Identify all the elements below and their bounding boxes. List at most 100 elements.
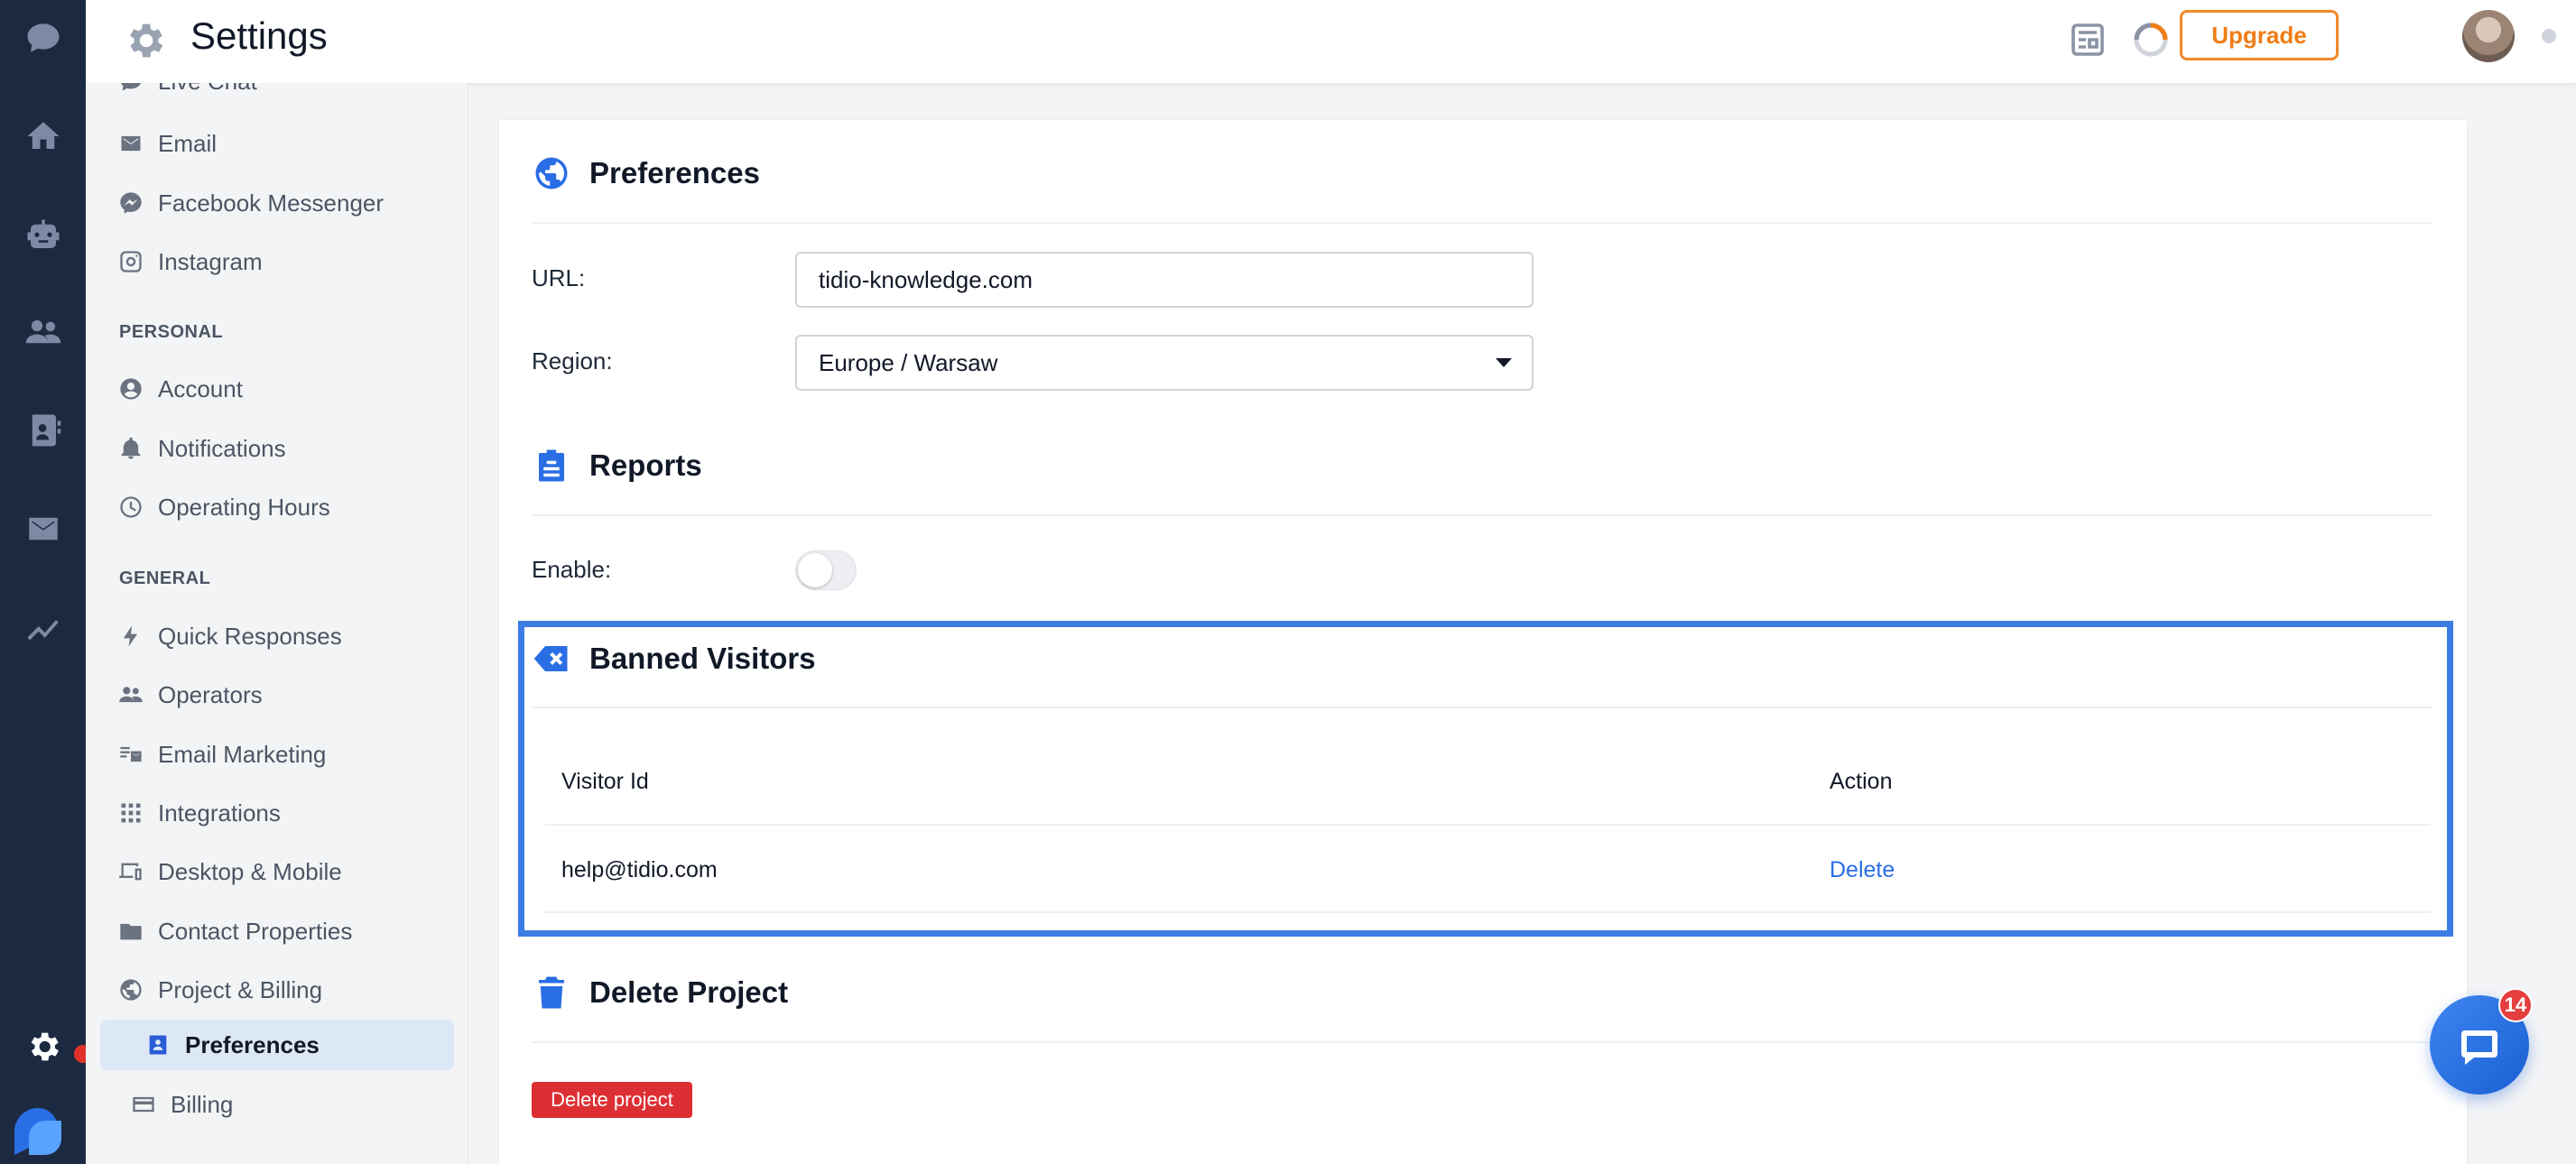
section-title: Preferences <box>589 156 760 189</box>
section-title: Banned Visitors <box>589 642 816 675</box>
sidebar-item-email-marketing[interactable]: Email Marketing <box>86 729 468 780</box>
sidebar-item-label: Project & Billing <box>158 975 323 1003</box>
chat-bubble-icon <box>27 23 59 52</box>
upgrade-button[interactable]: Upgrade <box>2180 10 2339 60</box>
sidebar-item-label: Desktop & Mobile <box>158 857 342 885</box>
section-header-personal: PERSONAL <box>119 322 224 342</box>
rail-marketing-button[interactable] <box>0 493 86 565</box>
column-header-visitor-id: Visitor Id <box>561 769 649 794</box>
sidebar-item-label: Quick Responses <box>158 622 342 650</box>
news-icon[interactable] <box>2066 18 2109 61</box>
region-selected-value: Europe / Warsaw <box>819 348 998 376</box>
rail-settings-button[interactable] <box>0 1011 86 1083</box>
delete-project-button[interactable]: Delete project <box>532 1082 692 1118</box>
sidebar-item-email[interactable]: Email <box>86 118 468 169</box>
chat-bubble-icon <box>118 83 144 94</box>
table-row-visitor: help@tidio.com <box>561 857 718 882</box>
sidebar-item-facebook-messenger[interactable]: Facebook Messenger <box>86 178 468 228</box>
sidebar-item-project-billing[interactable]: Project & Billing <box>86 965 468 1015</box>
sidebar-item-label: Facebook Messenger <box>158 189 385 217</box>
region-label: Region: <box>532 347 613 374</box>
contact-book-icon <box>32 414 60 447</box>
folder-icon <box>118 919 144 944</box>
sidebar-item-label: Notifications <box>158 434 286 462</box>
email-marketing-icon <box>118 742 144 767</box>
grid-icon <box>118 800 144 826</box>
sidebar-item-desktop-mobile[interactable]: Desktop & Mobile <box>86 846 468 897</box>
sidebar-item-account[interactable]: Account <box>86 364 468 414</box>
url-label: URL: <box>532 264 586 291</box>
trash-icon <box>532 973 571 1012</box>
messenger-icon <box>118 190 144 216</box>
top-bar: Settings Upgrade <box>86 0 2576 85</box>
user-circle-icon <box>118 376 144 402</box>
sidebar-item-label: Email Marketing <box>158 740 327 768</box>
status-dot <box>2542 29 2556 43</box>
sidebar-item-label: Billing <box>171 1090 234 1118</box>
chevron-down-icon <box>1496 358 1512 367</box>
sidebar-item-integrations[interactable]: Integrations <box>86 788 468 838</box>
sidebar-item-contact-properties[interactable]: Contact Properties <box>86 906 468 956</box>
url-input[interactable]: tidio-knowledge.com <box>795 252 1534 308</box>
credit-card-icon <box>131 1092 156 1117</box>
sidebar-item-notifications[interactable]: Notifications <box>86 423 468 474</box>
table-divider <box>544 824 2431 826</box>
section-title: Delete Project <box>589 975 789 1009</box>
sidebar-item-label: Email <box>158 129 218 157</box>
divider <box>532 1041 2432 1043</box>
settings-sidebar: Live Chat Email Facebook Messenger Insta… <box>86 83 468 1164</box>
chat-icon <box>2461 1030 2497 1065</box>
rail-contacts-button[interactable] <box>0 394 86 467</box>
app-rail <box>0 0 92 1164</box>
settings-card: Preferences URL: tidio-knowledge.com Reg… <box>499 120 2467 1164</box>
enable-label: Enable: <box>532 556 612 583</box>
sidebar-item-preferences[interactable]: Preferences <box>100 1020 454 1070</box>
globe-icon <box>118 977 144 1002</box>
reports-header: Reports <box>532 446 702 485</box>
sidebar-item-instagram[interactable]: Instagram <box>86 236 468 287</box>
divider <box>532 514 2432 516</box>
rail-home-button[interactable] <box>0 100 86 172</box>
sidebar-item-label: Preferences <box>185 1030 320 1058</box>
divider <box>532 707 2432 708</box>
badge-icon <box>145 1032 171 1058</box>
backspace-x-icon <box>532 639 571 679</box>
sidebar-item-operating-hours[interactable]: Operating Hours <box>86 482 468 532</box>
sidebar-item-quick-responses[interactable]: Quick Responses <box>86 611 468 661</box>
sidebar-item-live-chat[interactable]: Live Chat <box>86 83 468 106</box>
tidio-logo-icon[interactable] <box>9 1101 65 1157</box>
sidebar-item-label: Integrations <box>158 799 281 827</box>
home-icon <box>27 122 59 149</box>
sidebar-item-operators[interactable]: Operators <box>86 670 468 720</box>
banned-visitors-header: Banned Visitors <box>532 639 816 679</box>
devices-icon <box>118 859 144 884</box>
sidebar-item-label: Account <box>158 374 243 402</box>
envelope-icon <box>118 131 144 156</box>
trend-line-icon <box>27 620 59 641</box>
robot-icon <box>27 219 59 248</box>
region-select[interactable]: Europe / Warsaw <box>795 335 1534 391</box>
column-header-action: Action <box>1830 769 1893 794</box>
divider <box>532 222 2432 224</box>
table-divider <box>544 911 2431 913</box>
bolt-icon <box>118 624 144 649</box>
mail-inbox-icon <box>28 517 58 540</box>
avatar[interactable] <box>2462 10 2515 62</box>
gear-icon <box>31 1032 59 1061</box>
clock-icon <box>118 494 144 520</box>
rail-bots-button[interactable] <box>0 199 86 272</box>
onboarding-progress-icon[interactable] <box>2129 18 2173 61</box>
page-title: Settings <box>190 14 328 57</box>
sidebar-item-label: Live Chat <box>158 83 257 96</box>
reports-enable-toggle[interactable] <box>795 550 857 590</box>
sidebar-item-billing[interactable]: Billing <box>86 1079 468 1130</box>
rail-visitors-button[interactable] <box>0 296 86 368</box>
instagram-icon <box>118 249 144 274</box>
rail-analytics-button[interactable] <box>0 591 86 663</box>
settings-gear-icon <box>122 18 167 63</box>
rail-inbox-button[interactable] <box>0 2 86 74</box>
preferences-header: Preferences <box>532 153 760 193</box>
unread-count-badge: 14 <box>2498 988 2533 1022</box>
delete-link[interactable]: Delete <box>1830 857 1895 883</box>
globe-icon <box>532 153 571 193</box>
